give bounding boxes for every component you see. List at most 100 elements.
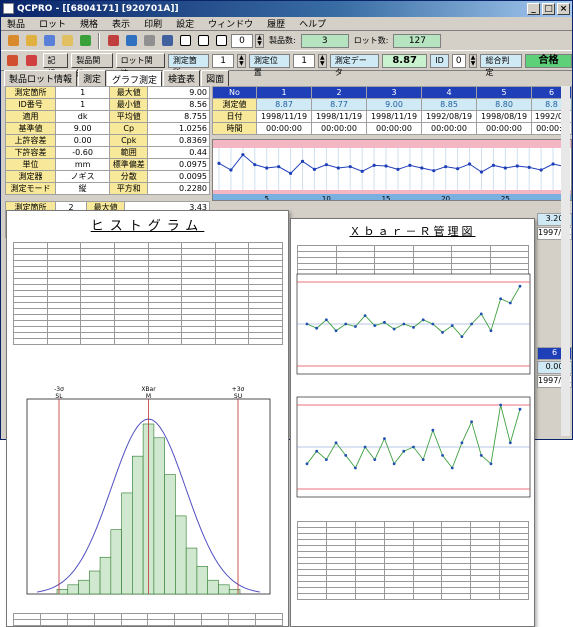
- menu-help[interactable]: ヘルプ: [299, 17, 326, 30]
- value-cell[interactable]: 8.80: [476, 98, 532, 111]
- range-point: [479, 454, 483, 457]
- report-cell: [248, 338, 283, 345]
- report-cell: [499, 593, 529, 600]
- app-icon: [3, 3, 14, 14]
- date-cell[interactable]: 1998/08/19: [476, 110, 532, 123]
- date-cell[interactable]: 1998/11/19: [366, 110, 422, 123]
- open-icon[interactable]: [5, 33, 21, 49]
- marker-icon[interactable]: [24, 53, 40, 69]
- range-point: [421, 458, 425, 461]
- param-value[interactable]: 8.755: [147, 110, 210, 123]
- param-value[interactable]: dk: [54, 110, 111, 123]
- param-value[interactable]: -0.60: [54, 146, 111, 159]
- param-value[interactable]: 0.8369: [147, 134, 210, 147]
- tab-inspection-table[interactable]: 検査表: [163, 70, 201, 86]
- param-row: 適用 dk 平均値 8.755: [5, 110, 210, 123]
- product-related-button[interactable]: 製品関連: [71, 53, 113, 78]
- close-button[interactable]: ×: [557, 3, 570, 15]
- limit-label: SU: [234, 393, 242, 400]
- tab-product-lot-info[interactable]: 製品ロット情報: [4, 70, 78, 86]
- value-cell[interactable]: 8.85: [421, 98, 477, 111]
- xbar-point: [450, 324, 454, 328]
- histogram-bar: [185, 547, 198, 595]
- lot-count-value: 127: [393, 33, 442, 48]
- time-cell[interactable]: 00:00:00: [476, 122, 532, 135]
- print-icon[interactable]: [141, 33, 157, 49]
- param-value[interactable]: 0.44: [147, 146, 210, 159]
- xbar-point: [334, 329, 338, 333]
- date-cell[interactable]: 1992/08/19: [421, 110, 477, 123]
- measure-pos-input[interactable]: 1: [293, 53, 315, 68]
- refresh-icon[interactable]: [213, 33, 229, 49]
- measure-point-input[interactable]: 1: [212, 53, 234, 68]
- param-value[interactable]: 8.56: [147, 98, 210, 111]
- xbar-point: [421, 318, 425, 322]
- page-spinner[interactable]: ▲ ▼: [255, 33, 264, 48]
- tab-measure[interactable]: 測定: [78, 70, 107, 86]
- param-value[interactable]: 9.00: [147, 86, 210, 99]
- lot-related-button[interactable]: ロット関連: [115, 53, 165, 78]
- disk-icon[interactable]: [159, 33, 175, 49]
- measure-point-spinner[interactable]: ▲ ▼: [236, 53, 246, 68]
- menu-print[interactable]: 印刷: [144, 17, 162, 30]
- measure-data-value: 8.87: [382, 53, 428, 68]
- param-value[interactable]: 0.0095: [147, 170, 210, 183]
- id-input[interactable]: 0: [451, 53, 466, 68]
- param-value[interactable]: 1: [54, 98, 111, 111]
- report-cell: [325, 593, 356, 600]
- param-value[interactable]: 1: [54, 86, 111, 99]
- tick-label: 15: [382, 195, 391, 201]
- minimize-button[interactable]: _: [527, 3, 540, 15]
- xbar-point: [402, 322, 406, 326]
- xbar-point: [392, 327, 396, 331]
- menu-lot[interactable]: ロット: [39, 17, 66, 30]
- run-point: [253, 163, 257, 167]
- param-value[interactable]: 0.0975: [147, 158, 210, 171]
- menu-window[interactable]: ウィンドウ: [208, 17, 253, 30]
- page-input[interactable]: 0: [231, 33, 253, 48]
- edit-icon[interactable]: [77, 33, 93, 49]
- time-cell[interactable]: 00:00:00: [311, 122, 367, 135]
- xbar-point: [508, 301, 512, 305]
- value-cell[interactable]: 8.77: [311, 98, 367, 111]
- param-value[interactable]: 1.0256: [147, 122, 210, 135]
- menu-history[interactable]: 履歴: [267, 17, 285, 30]
- lot-icon[interactable]: [41, 33, 57, 49]
- date-cell[interactable]: 1998/11/19: [311, 110, 367, 123]
- time-cell[interactable]: 00:00:00: [421, 122, 477, 135]
- tab-drawing[interactable]: 図面: [201, 70, 230, 86]
- value-cell[interactable]: 9.00: [366, 98, 422, 111]
- param-value[interactable]: mm: [54, 158, 111, 171]
- param-value[interactable]: ノギス: [54, 170, 111, 183]
- time-cell[interactable]: 00:00:00: [256, 122, 312, 135]
- folder-icon[interactable]: [23, 33, 39, 49]
- preview-icon[interactable]: [123, 33, 139, 49]
- value-cell[interactable]: 8.87: [256, 98, 312, 111]
- tab-graph-measure[interactable]: グラフ測定: [107, 71, 163, 87]
- window-icon[interactable]: [177, 33, 193, 49]
- wrench-icon[interactable]: [5, 53, 21, 69]
- time-cell[interactable]: 00:00:00: [366, 122, 422, 135]
- maximize-button[interactable]: □: [542, 3, 555, 15]
- record-button[interactable]: 記録: [42, 53, 69, 78]
- measure-pos-spinner[interactable]: ▲ ▼: [317, 53, 327, 68]
- param-value[interactable]: 0.00: [54, 134, 111, 147]
- param-value[interactable]: 9.00: [54, 122, 111, 135]
- menu-product[interactable]: 製品: [7, 17, 25, 30]
- id-spinner[interactable]: ▲ ▼: [468, 53, 478, 68]
- param-value[interactable]: 縦: [54, 182, 111, 195]
- menu-view[interactable]: 表示: [112, 17, 130, 30]
- date-cell[interactable]: 1998/11/19: [256, 110, 312, 123]
- grid-icon[interactable]: [195, 33, 211, 49]
- range-point: [315, 449, 319, 453]
- param-value[interactable]: 0.2280: [147, 182, 210, 195]
- param-label: 適用: [5, 110, 56, 123]
- vertical-scrollbar[interactable]: [561, 86, 570, 436]
- report-cell: [470, 593, 501, 600]
- menu-settings[interactable]: 設定: [176, 17, 194, 30]
- range-point: [470, 420, 473, 424]
- product-count-label: 製品数:: [269, 36, 296, 45]
- menu-spec[interactable]: 規格: [80, 17, 98, 30]
- chart-icon[interactable]: [105, 33, 121, 49]
- copy-icon[interactable]: [59, 33, 75, 49]
